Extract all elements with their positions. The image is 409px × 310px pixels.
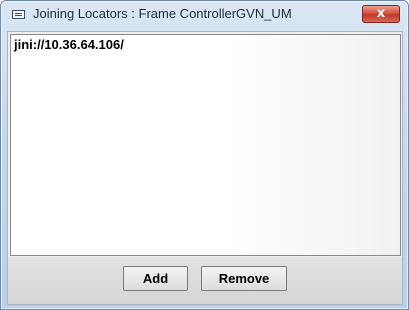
- remove-button[interactable]: Remove: [201, 266, 287, 291]
- close-icon: x: [376, 6, 386, 21]
- button-bar: Add Remove: [8, 257, 402, 304]
- locators-list[interactable]: jini://10.36.64.106/: [10, 34, 401, 256]
- title-bar[interactable]: Joining Locators : Frame ControllerGVN_U…: [1, 1, 408, 29]
- add-button[interactable]: Add: [123, 266, 188, 291]
- dialog-content: jini://10.36.64.106/ Add Remove: [7, 31, 403, 305]
- list-item[interactable]: jini://10.36.64.106/: [14, 37, 124, 52]
- dialog-window: Joining Locators : Frame ControllerGVN_U…: [0, 0, 409, 310]
- window-title: Joining Locators : Frame ControllerGVN_U…: [33, 6, 292, 21]
- close-button[interactable]: x: [362, 5, 400, 23]
- window-app-icon: [12, 10, 25, 19]
